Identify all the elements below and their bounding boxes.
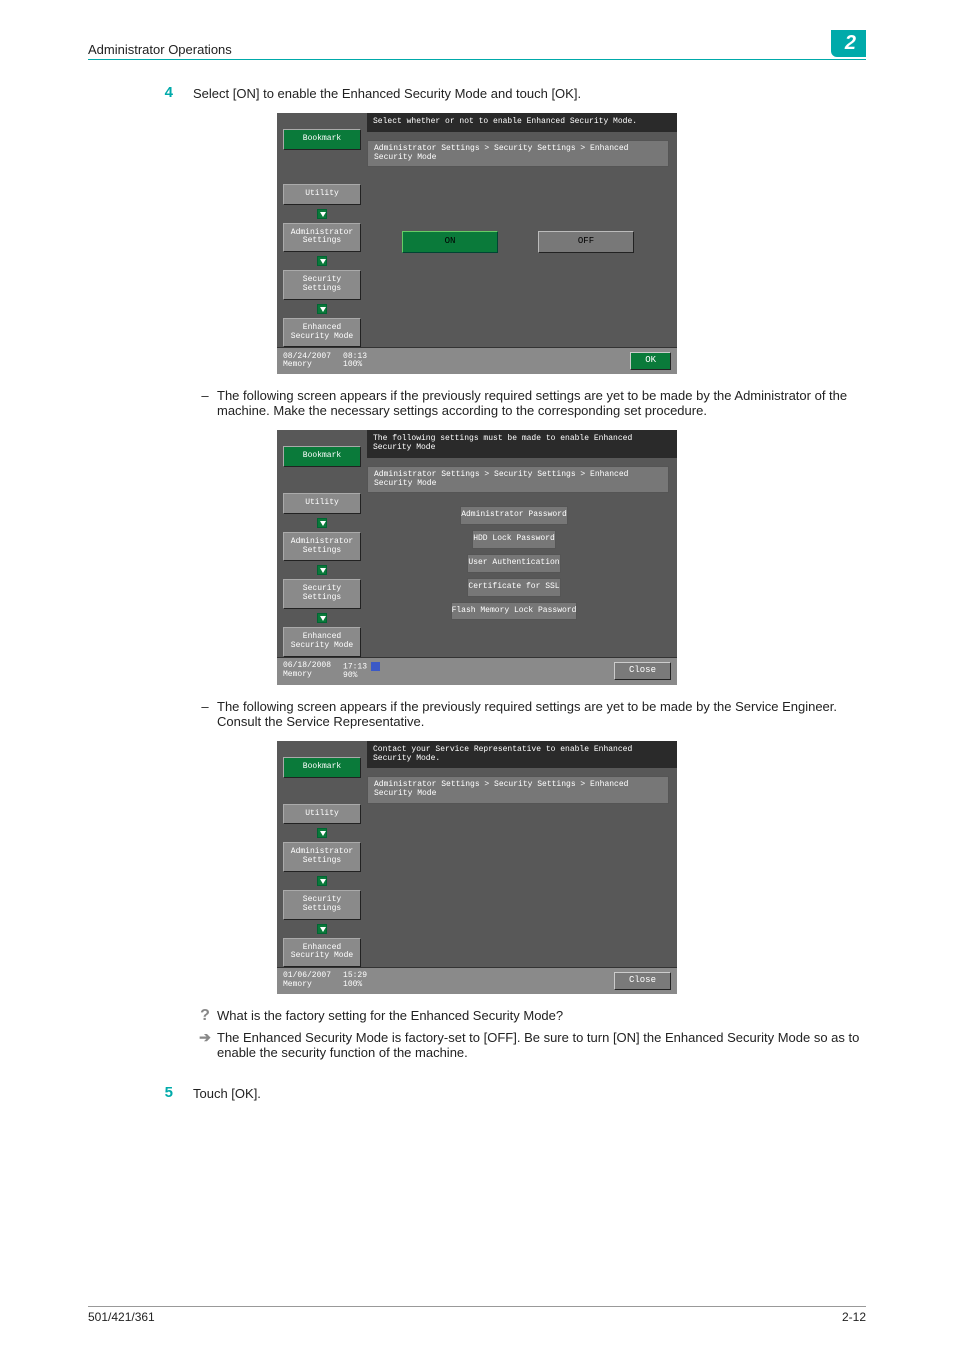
status-mem: 90% [343,672,380,681]
bookmark-button[interactable]: Bookmark [283,757,361,778]
close-button[interactable]: Close [614,662,671,680]
status-mem-label: Memory [283,361,331,370]
footer-model: 501/421/361 [88,1310,155,1324]
step-4: 4 Select [ON] to enable the Enhanced Sec… [88,84,866,101]
nav-enhanced-security[interactable]: Enhanced Security Mode [283,627,361,657]
faq-answer: ➔ The Enhanced Security Mode is factory-… [193,1030,866,1060]
required-item: User Authentication [467,554,560,573]
screenshot-required-settings-admin: Bookmark Utility Administrator Settings … [277,430,677,685]
arrow-down-icon [317,828,327,838]
arrow-down-icon [317,256,327,266]
required-item: Administrator Password [460,506,568,525]
arrow-right-icon: ➔ [193,1030,217,1044]
screenshot-contact-service: Bookmark Utility Administrator Settings … [277,741,677,994]
nav-utility[interactable]: Utility [283,493,361,514]
bookmark-button[interactable]: Bookmark [283,129,361,150]
nav-utility[interactable]: Utility [283,804,361,825]
status-mem: 100% [343,361,367,370]
arrow-down-icon [317,209,327,219]
ok-button[interactable]: OK [630,352,671,370]
nav-utility[interactable]: Utility [283,184,361,205]
bookmark-button[interactable]: Bookmark [283,446,361,467]
breadcrumb: Administrator Settings > Security Settin… [367,776,669,804]
close-button[interactable]: Close [614,972,671,990]
nav-enhanced-security[interactable]: Enhanced Security Mode [283,938,361,968]
step-text: Select [ON] to enable the Enhanced Secur… [193,84,866,101]
faq-question: ? What is the factory setting for the En… [193,1008,866,1024]
note-text: The following screen appears if the prev… [217,699,866,729]
dash-icon: – [193,388,217,418]
arrow-down-icon [317,924,327,934]
nav-enhanced-security[interactable]: Enhanced Security Mode [283,318,361,348]
note-service-required: – The following screen appears if the pr… [193,699,866,729]
header-title: Administrator Operations [88,42,232,57]
step-text: Touch [OK]. [193,1084,866,1101]
note-text: The following screen appears if the prev… [217,388,866,418]
step-number: 4 [88,84,193,101]
faq-question-text: What is the factory setting for the Enha… [217,1008,866,1023]
status-mem-label: Memory [283,671,331,680]
arrow-down-icon [317,876,327,886]
note-admin-required: – The following screen appears if the pr… [193,388,866,418]
required-item: HDD Lock Password [472,530,556,549]
page-header: Administrator Operations 2 [88,30,866,60]
arrow-down-icon [317,518,327,528]
nav-admin-settings[interactable]: Administrator Settings [283,223,361,253]
screen-message: The following settings must be made to e… [367,430,677,458]
required-item: Flash Memory Lock Password [451,602,578,621]
screenshot-enhanced-security-onoff: Bookmark Utility Administrator Settings … [277,113,677,374]
nav-security-settings[interactable]: Security Settings [283,579,361,609]
required-item: Certificate for SSL [467,578,560,597]
faq-answer-text: The Enhanced Security Mode is factory-se… [217,1030,866,1060]
breadcrumb: Administrator Settings > Security Settin… [367,140,669,168]
step-number: 5 [88,1084,193,1101]
arrow-down-icon [317,304,327,314]
screen-message: Contact your Service Representative to e… [367,741,677,769]
footer-page: 2-12 [842,1310,866,1324]
nav-admin-settings[interactable]: Administrator Settings [283,842,361,872]
off-button[interactable]: OFF [538,231,634,253]
nav-security-settings[interactable]: Security Settings [283,270,361,300]
page-footer: 501/421/361 2-12 [88,1306,866,1324]
question-icon: ? [193,1008,217,1024]
dash-icon: – [193,699,217,729]
nav-admin-settings[interactable]: Administrator Settings [283,532,361,562]
status-mem-label: Memory [283,981,331,990]
status-time: 17:13 [343,662,367,671]
safety-icon [371,662,380,671]
chapter-number: 2 [831,30,866,57]
arrow-down-icon [317,613,327,623]
on-button[interactable]: ON [402,231,498,253]
step-5: 5 Touch [OK]. [88,1084,866,1101]
arrow-down-icon [317,565,327,575]
breadcrumb: Administrator Settings > Security Settin… [367,466,669,494]
status-mem: 100% [343,981,367,990]
screen-message: Select whether or not to enable Enhanced… [367,113,677,132]
nav-security-settings[interactable]: Security Settings [283,890,361,920]
